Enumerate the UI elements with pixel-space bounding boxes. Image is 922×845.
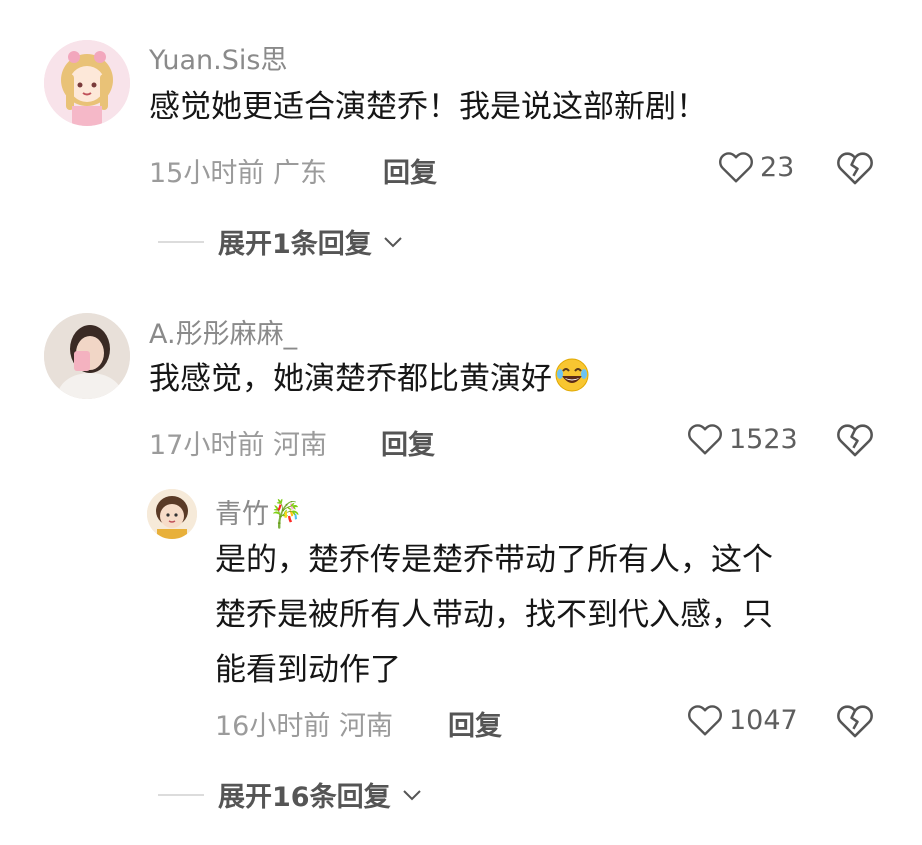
heart-outline-icon [688, 424, 722, 455]
chevron-down-icon [402, 789, 421, 800]
baby-avatar-image [147, 489, 197, 539]
reply-username[interactable]: 青竹🎋 [215, 492, 303, 531]
like-count: 1047 [729, 704, 798, 736]
heart-outline-icon [688, 705, 722, 736]
comment-time: 15小时前 [149, 158, 265, 189]
expand-replies[interactable]: 展开16条回复 [158, 775, 423, 814]
expand-replies[interactable]: 展开1条回复 [158, 222, 404, 261]
comment-username[interactable]: A.彤彤麻麻_ [149, 312, 297, 351]
like-count: 1523 [729, 423, 798, 455]
comment-meta: 15小时前 广东 [149, 151, 327, 190]
dislike-button[interactable] [836, 150, 874, 190]
reply-button[interactable]: 回复 [381, 423, 435, 462]
comment-location: 河南 [272, 430, 327, 461]
cartoon-girl-avatar-image [44, 40, 130, 126]
selfie-avatar-image [44, 313, 130, 399]
reply-text: 是的，楚乔传是楚乔带动了所有人，这个 楚乔是被所有人带动，找不到代入感，只 能看… [215, 533, 773, 698]
reply-text-line: 是的，楚乔传是楚乔带动了所有人，这个 [215, 542, 773, 578]
avatar[interactable] [147, 489, 197, 539]
reply-meta: 16小时前 河南 [215, 704, 393, 743]
comment-text: 我感觉，她演楚乔都比黄演好 [149, 352, 590, 411]
broken-heart-icon [837, 424, 873, 457]
broken-heart-icon [837, 152, 873, 185]
chevron-down-icon [384, 236, 402, 247]
heart-outline-icon [719, 152, 753, 183]
comment-time: 17小时前 [149, 430, 265, 461]
expand-divider [158, 240, 204, 243]
like-button[interactable]: 1523 [687, 422, 798, 456]
comment-meta: 17小时前 河南 [149, 423, 327, 462]
expand-divider [158, 793, 204, 796]
tears-of-joy-emoji [554, 356, 590, 411]
dislike-button[interactable] [836, 703, 874, 743]
avatar[interactable] [44, 40, 130, 126]
like-button[interactable]: 1047 [687, 703, 798, 737]
expand-replies-label: 展开1条回复 [218, 229, 372, 260]
reply-location: 河南 [338, 711, 393, 742]
reply-button[interactable]: 回复 [448, 704, 502, 743]
reply-text-line: 楚乔是被所有人带动，找不到代入感，只 [215, 597, 773, 633]
avatar[interactable] [44, 313, 130, 399]
comment-text-body: 我感觉，她演楚乔都比黄演好 [149, 361, 552, 397]
expand-replies-label: 展开16条回复 [218, 782, 391, 813]
comment-username[interactable]: Yuan.Sis思 [149, 38, 287, 77]
comment-location: 广东 [272, 158, 327, 189]
reply-time: 16小时前 [215, 711, 331, 742]
like-count: 23 [760, 151, 795, 183]
broken-heart-icon [837, 705, 873, 738]
dislike-button[interactable] [836, 422, 874, 462]
reply-button[interactable]: 回复 [383, 151, 437, 190]
comment-text: 感觉她更适合演楚乔！我是说这部新剧！ [149, 89, 707, 125]
reply-text-line: 能看到动作了 [215, 652, 401, 688]
like-button[interactable]: 23 [718, 150, 794, 184]
